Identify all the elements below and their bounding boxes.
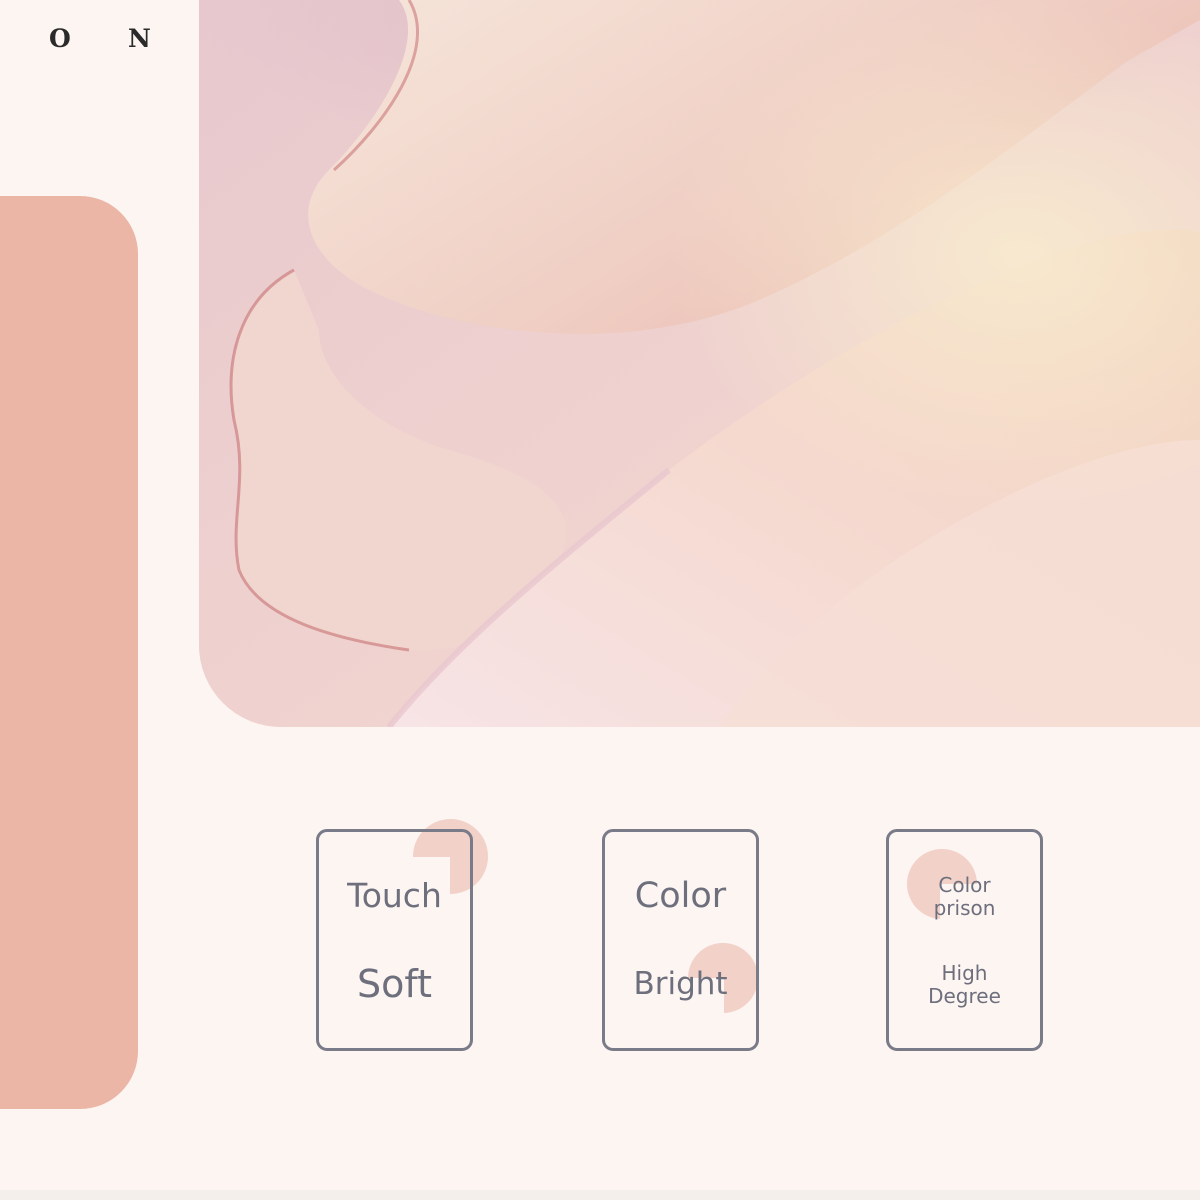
- card-label-top: Color prison: [889, 874, 1040, 920]
- card-label-bottom: Bright: [633, 966, 728, 1002]
- card-label-top: Touch: [347, 876, 442, 915]
- card-label-bottom: Soft: [357, 962, 432, 1006]
- card-label-top: Color: [634, 876, 727, 916]
- fabric-photo: [199, 0, 1200, 727]
- card-label-line: Color: [938, 873, 991, 897]
- card-label-bottom: High Degree: [889, 962, 1040, 1008]
- brand-letter-o: O: [49, 24, 72, 53]
- fabric-drape-image: [199, 0, 1200, 727]
- feature-card-color: [602, 829, 759, 1051]
- card-label-line: Degree: [928, 984, 1001, 1008]
- feature-card-color-prison: [886, 829, 1043, 1051]
- card-label-line: High: [941, 961, 988, 985]
- bottom-band: [0, 1190, 1200, 1200]
- side-color-panel: [0, 196, 138, 1109]
- brand-letter-n: N: [128, 24, 152, 53]
- card-label-line: prison: [933, 896, 996, 920]
- feature-card-touch: [316, 829, 473, 1051]
